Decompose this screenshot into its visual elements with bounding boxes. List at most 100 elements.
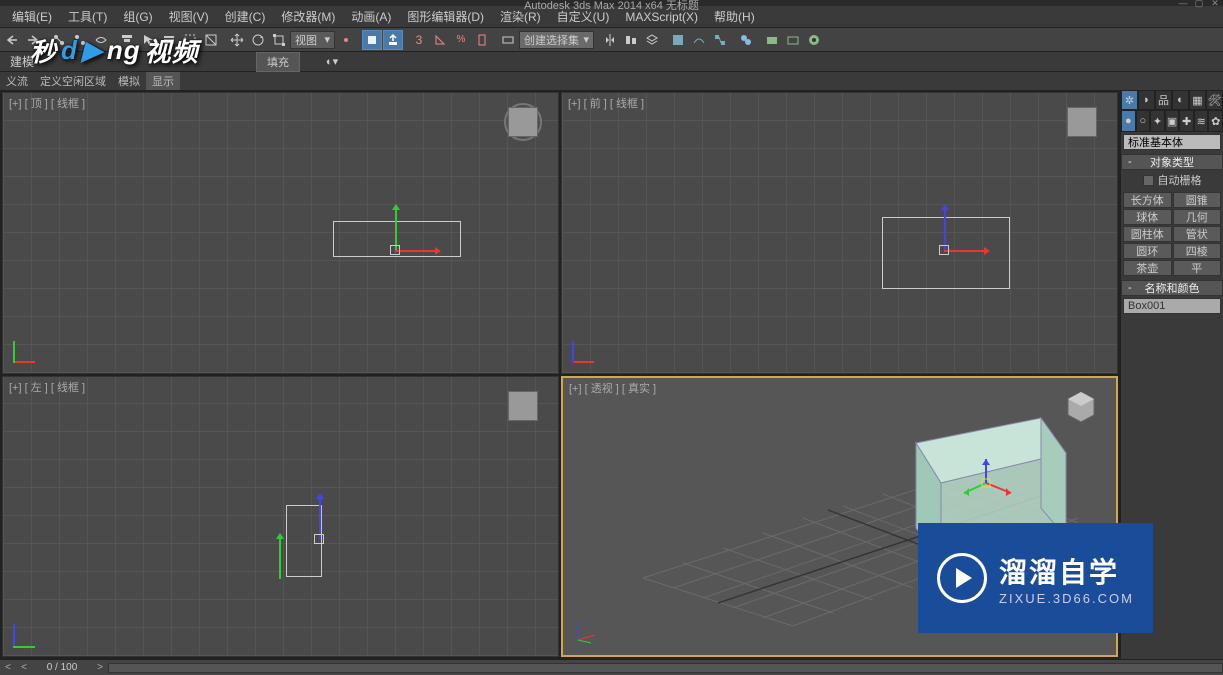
hierarchy-tab[interactable]: 品	[1155, 90, 1172, 110]
keyboard-shortcut-button[interactable]	[383, 30, 403, 50]
sphere-icon: ●	[1125, 115, 1132, 127]
timeline-prev2[interactable]: <	[16, 662, 32, 673]
brand-main: 溜溜自学	[999, 551, 1134, 591]
viewport-label[interactable]: [+] [ 左 ] [ 线框 ]	[9, 379, 85, 395]
move-gizmo[interactable]	[956, 453, 1016, 513]
display-tab[interactable]: ▦	[1189, 90, 1206, 110]
object-name-input[interactable]: Box001	[1123, 298, 1221, 314]
axis-tripod	[13, 333, 43, 363]
helpers-subtab[interactable]: ✚	[1179, 110, 1194, 132]
undo-button[interactable]	[2, 30, 22, 50]
rendered-frame-button[interactable]	[783, 30, 803, 50]
app-title: Autodesk 3ds Max 2014 x64 无标题	[524, 0, 699, 13]
subtab-define-region[interactable]: 定义空闲区域	[34, 72, 112, 90]
rollout-label: 对象类型	[1150, 154, 1194, 170]
shapes-subtab[interactable]: ○	[1136, 110, 1151, 132]
percent-snap-button[interactable]: %	[451, 30, 471, 50]
btn-sphere[interactable]: 球体	[1123, 209, 1172, 225]
viewcube[interactable]	[1062, 388, 1100, 426]
btn-cylinder[interactable]: 圆柱体	[1123, 226, 1172, 242]
viewport-label[interactable]: [+] [ 前 ] [ 线框 ]	[568, 95, 644, 111]
subtab-simulate[interactable]: 模拟	[112, 72, 146, 90]
utilities-tab[interactable]: 🛠	[1206, 90, 1223, 110]
btn-tube[interactable]: 管状	[1173, 226, 1222, 242]
spinner-snap-button[interactable]	[472, 30, 492, 50]
btn-plane[interactable]: 平	[1173, 260, 1222, 276]
ref-coord-dropdown[interactable]: 视图▾	[290, 31, 335, 49]
viewport-label[interactable]: [+] [ 透视 ] [ 真实 ]	[569, 380, 656, 396]
use-center-button[interactable]	[336, 30, 356, 50]
ribbon-fill-button[interactable]: 填充	[256, 52, 300, 72]
category-label: 标准基本体	[1128, 134, 1183, 150]
motion-tab[interactable]: ◐	[1172, 90, 1189, 110]
maximize-button[interactable]: ▢	[1191, 0, 1207, 7]
named-selection-label: 创建选择集	[524, 32, 579, 48]
create-tab[interactable]: ✲	[1121, 90, 1138, 110]
viewport-left[interactable]: [+] [ 左 ] [ 线框 ]	[2, 376, 559, 658]
align-button[interactable]	[621, 30, 641, 50]
material-editor-button[interactable]	[736, 30, 756, 50]
btn-cone[interactable]: 圆锥	[1173, 192, 1222, 208]
graphite-toggle-button[interactable]	[668, 30, 688, 50]
viewcube[interactable]	[504, 103, 542, 141]
menu-grapheditor[interactable]: 图形编辑器(D)	[399, 6, 492, 27]
viewcube[interactable]	[504, 387, 542, 425]
btn-pyramid[interactable]: 四棱	[1173, 243, 1222, 259]
menu-tools[interactable]: 工具(T)	[60, 6, 115, 27]
schematic-view-button[interactable]	[710, 30, 730, 50]
spacewarps-subtab[interactable]: ≋	[1194, 110, 1209, 132]
rollout-object-type[interactable]: -对象类型	[1121, 154, 1223, 170]
viewport-top[interactable]: [+] [ 顶 ] [ 线框 ]	[2, 92, 559, 374]
curve-editor-button[interactable]	[689, 30, 709, 50]
btn-geosphere[interactable]: 几何	[1173, 209, 1222, 225]
systems-subtab[interactable]: ✿	[1208, 110, 1223, 132]
ref-coord-label: 视图	[295, 32, 317, 48]
grid-background	[3, 377, 558, 657]
menu-help[interactable]: 帮助(H)	[706, 6, 763, 27]
edit-named-sel-button[interactable]	[498, 30, 518, 50]
mirror-button[interactable]	[600, 30, 620, 50]
menu-edit[interactable]: 编辑(E)	[4, 6, 60, 27]
lights-subtab[interactable]: ✦	[1150, 110, 1165, 132]
subtab-display[interactable]: 显示	[146, 72, 180, 90]
btn-teapot[interactable]: 茶壶	[1123, 260, 1172, 276]
viewport-front[interactable]: [+] [ 前 ] [ 线框 ]	[561, 92, 1118, 374]
select-move-button[interactable]	[227, 30, 247, 50]
logo-char4: 视频	[145, 32, 199, 69]
timeline-next[interactable]: >	[92, 662, 108, 673]
window-controls: — ▢ ✕	[1175, 0, 1223, 7]
rollout-name-color[interactable]: -名称和颜色	[1121, 280, 1223, 296]
render-setup-button[interactable]	[762, 30, 782, 50]
btn-torus[interactable]: 圆环	[1123, 243, 1172, 259]
layer-manager-button[interactable]	[642, 30, 662, 50]
brand-play-icon	[937, 553, 987, 603]
geometry-subtab[interactable]: ●	[1121, 110, 1136, 132]
menu-modifier[interactable]: 修改器(M)	[273, 6, 343, 27]
snap-toggle-button[interactable]: 3	[409, 30, 429, 50]
viewport-label[interactable]: [+] [ 顶 ] [ 线框 ]	[9, 95, 85, 111]
autogrid-checkbox[interactable]	[1143, 175, 1154, 186]
menu-view[interactable]: 视图(V)	[161, 6, 217, 27]
btn-box[interactable]: 长方体	[1123, 192, 1172, 208]
modify-tab[interactable]: ◗	[1138, 90, 1155, 110]
category-dropdown[interactable]: 标准基本体	[1123, 134, 1221, 150]
angle-snap-button[interactable]	[430, 30, 450, 50]
menu-group[interactable]: 组(G)	[115, 6, 160, 27]
select-rotate-button[interactable]	[248, 30, 268, 50]
cameras-subtab[interactable]: ▣	[1165, 110, 1180, 132]
minimize-button[interactable]: —	[1175, 0, 1191, 7]
named-selection-dropdown[interactable]: 创建选择集▾	[519, 31, 594, 49]
close-button[interactable]: ✕	[1207, 0, 1223, 7]
ribbon-dropdown-icon[interactable]: ◐▾	[322, 52, 342, 72]
subtab-flow[interactable]: 义流	[0, 72, 34, 90]
viewcube[interactable]	[1063, 103, 1101, 141]
menu-create[interactable]: 创建(C)	[217, 6, 274, 27]
select-scale-button[interactable]	[269, 30, 289, 50]
timeline-prev[interactable]: <	[0, 662, 16, 673]
select-manipulate-button[interactable]	[362, 30, 382, 50]
helper-icon: ✚	[1182, 115, 1191, 128]
time-slider[interactable]	[108, 663, 1223, 673]
render-production-button[interactable]	[804, 30, 824, 50]
menu-anim[interactable]: 动画(A)	[343, 6, 399, 27]
autogrid-row: 自动栅格	[1121, 170, 1223, 190]
